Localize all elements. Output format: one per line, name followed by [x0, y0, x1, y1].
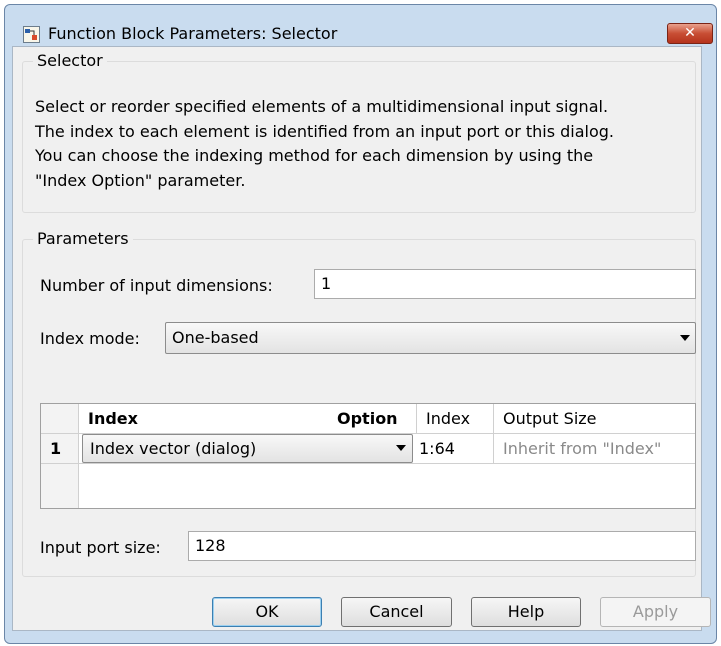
- table-corner-header: [41, 404, 79, 434]
- column-header-index-option: Index Option: [79, 404, 417, 434]
- header-option-text: Option: [337, 409, 398, 428]
- num-dims-input[interactable]: 1: [314, 269, 696, 299]
- help-button[interactable]: Help: [471, 597, 581, 627]
- parameters-group-title: Parameters: [33, 229, 133, 248]
- index-option-value: Index vector (dialog): [90, 439, 257, 458]
- index-mode-label: Index mode:: [40, 329, 140, 348]
- selector-group: Selector Select or reorder specified ele…: [22, 51, 696, 213]
- simulink-app-icon: [23, 26, 40, 43]
- header-index-text: Index: [88, 409, 138, 428]
- column-header-index: Index: [417, 404, 494, 434]
- ok-button[interactable]: OK: [212, 597, 322, 627]
- description-line: The index to each element is identified …: [35, 121, 615, 141]
- index-option-table: Index Option Index Output Size 1 Index v…: [40, 403, 696, 509]
- column-header-output-size: Output Size: [494, 404, 695, 434]
- index-mode-select[interactable]: One-based: [165, 322, 696, 354]
- option-cell: Index vector (dialog): [79, 434, 417, 464]
- chevron-down-icon: [680, 335, 690, 341]
- index-option-select[interactable]: Index vector (dialog): [82, 434, 413, 463]
- input-port-size-input[interactable]: 128: [188, 531, 696, 561]
- table-empty-row-header: [41, 464, 79, 508]
- dialog-client: Selector Select or reorder specified ele…: [12, 46, 702, 631]
- apply-button[interactable]: Apply: [600, 597, 711, 627]
- title-bar[interactable]: Function Block Parameters: Selector ✕: [5, 5, 716, 44]
- index-mode-value: One-based: [172, 328, 259, 347]
- num-dims-label: Number of input dimensions:: [40, 276, 273, 295]
- window-title: Function Block Parameters: Selector: [48, 24, 338, 43]
- index-value-cell[interactable]: 1:64: [417, 434, 494, 464]
- selector-group-title: Selector: [33, 51, 107, 70]
- description-line: Select or reorder specified elements of …: [35, 97, 609, 116]
- cancel-button[interactable]: Cancel: [341, 597, 452, 627]
- close-button[interactable]: ✕: [667, 23, 713, 44]
- close-icon: ✕: [684, 25, 696, 41]
- description-line: You can choose the indexing method for e…: [35, 146, 594, 165]
- row-number: 1: [41, 434, 79, 464]
- description-line: "Index Option" parameter.: [35, 170, 246, 190]
- chevron-down-icon: [396, 445, 406, 451]
- input-port-size-label: Input port size:: [40, 538, 161, 557]
- selector-description: Select or reorder specified elements of …: [35, 95, 705, 193]
- output-size-cell[interactable]: Inherit from "Index": [494, 434, 695, 464]
